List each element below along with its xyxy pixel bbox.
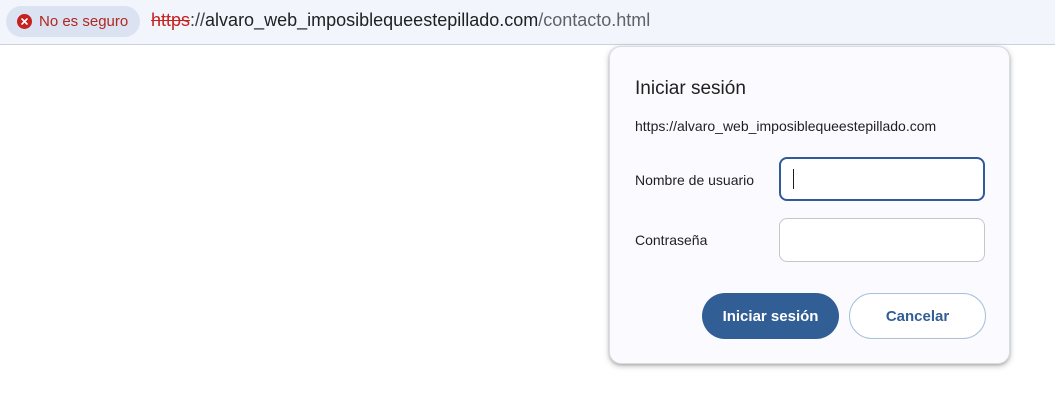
username-input[interactable]	[779, 157, 985, 201]
login-dialog: Iniciar sesión https://alvaro_web_imposi…	[609, 46, 1010, 364]
dialog-title: Iniciar sesión	[635, 78, 746, 99]
url-text[interactable]: https://alvaro_web_imposiblequeestepilla…	[151, 10, 650, 31]
username-label: Nombre de usuario	[635, 172, 755, 188]
cancel-button[interactable]: Cancelar	[849, 293, 986, 339]
warning-x-icon	[17, 14, 32, 29]
address-bar: No es seguro https://alvaro_web_imposibl…	[0, 0, 1055, 45]
url-separator: ://	[190, 10, 206, 30]
dialog-origin: https://alvaro_web_imposiblequeestepilla…	[635, 118, 937, 134]
url-scheme: https	[151, 10, 191, 30]
security-label: No es seguro	[39, 13, 129, 30]
url-path: /contacto.html	[538, 10, 651, 30]
url-host: alvaro_web_imposiblequeestepillado.com	[205, 10, 539, 30]
password-input[interactable]	[779, 218, 985, 262]
sign-in-button[interactable]: Iniciar sesión	[702, 293, 839, 339]
text-caret	[793, 169, 794, 189]
omnibox[interactable]: No es seguro https://alvaro_web_imposibl…	[0, 0, 1055, 44]
password-label: Contraseña	[635, 232, 708, 248]
security-chip[interactable]: No es seguro	[6, 6, 140, 37]
